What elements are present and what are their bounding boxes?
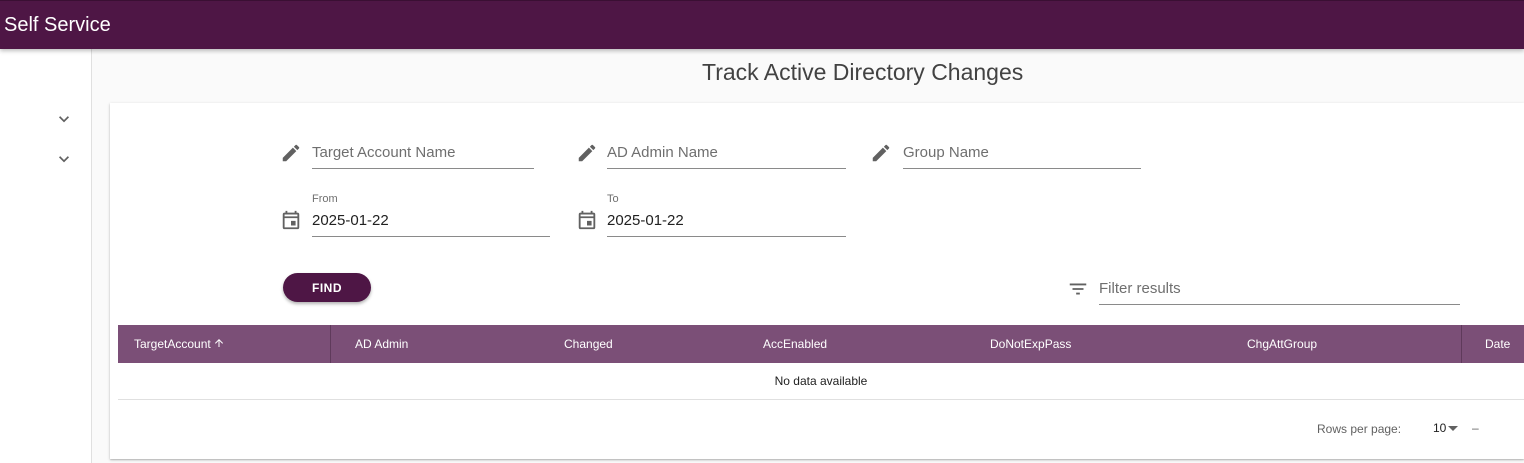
column-header-ad-admin[interactable]: AD Admin — [355, 337, 408, 351]
column-header-accenabled[interactable]: AccEnabled — [763, 337, 827, 351]
target-account-input[interactable] — [312, 137, 534, 167]
filter-icon — [1067, 278, 1089, 300]
from-date-input[interactable] — [312, 205, 550, 235]
find-button[interactable]: FIND — [283, 273, 371, 302]
calendar-icon[interactable] — [576, 209, 598, 231]
app-title: Self Service — [4, 14, 111, 36]
filter-input[interactable] — [1099, 273, 1460, 303]
table-header: TargetAccount AD Admin Changed AccEnable… — [118, 325, 1524, 363]
page-range: – — [1472, 421, 1479, 435]
from-label: From — [312, 193, 338, 205]
from-date-field[interactable] — [312, 205, 550, 237]
dropdown-caret-icon — [1448, 425, 1459, 431]
column-divider[interactable] — [330, 325, 331, 363]
column-header-donotexppass[interactable]: DoNotExpPass — [990, 337, 1071, 351]
filter-field[interactable] — [1099, 273, 1460, 305]
rows-per-page-select[interactable]: 10 — [1433, 421, 1459, 435]
ad-admin-field[interactable] — [607, 137, 846, 169]
page-title: Track Active Directory Changes — [702, 59, 1024, 85]
calendar-icon[interactable] — [280, 209, 302, 231]
target-account-field[interactable] — [312, 137, 534, 169]
group-name-input[interactable] — [903, 137, 1141, 167]
sidebar — [0, 49, 92, 463]
to-label: To — [607, 193, 619, 205]
main-content: Track Active Directory Changes From T — [92, 49, 1524, 463]
to-date-field[interactable] — [607, 205, 846, 237]
column-header-chgattgroup[interactable]: ChgAttGroup — [1247, 337, 1317, 351]
column-header-targetaccount[interactable]: TargetAccount — [134, 337, 225, 351]
rows-per-page-label: Rows per page: — [1317, 422, 1402, 436]
pencil-icon — [280, 142, 302, 164]
empty-table-row: No data available — [118, 363, 1524, 400]
sort-ascending-icon — [213, 337, 225, 349]
rows-per-page-value: 10 — [1433, 421, 1447, 435]
column-header-date[interactable]: Date — [1485, 337, 1510, 351]
pencil-icon — [870, 142, 892, 164]
search-card: From To FIND TargetAccount AD Admin Chan… — [110, 103, 1524, 459]
ad-admin-input[interactable] — [607, 137, 846, 167]
to-date-input[interactable] — [607, 205, 846, 235]
column-divider[interactable] — [1461, 325, 1462, 363]
app-bar: Self Service — [0, 0, 1524, 49]
chevron-down-icon[interactable] — [54, 109, 74, 129]
column-header-changed[interactable]: Changed — [564, 337, 613, 351]
group-name-field[interactable] — [903, 137, 1141, 169]
pencil-icon — [576, 142, 598, 164]
chevron-down-icon[interactable] — [54, 149, 74, 169]
